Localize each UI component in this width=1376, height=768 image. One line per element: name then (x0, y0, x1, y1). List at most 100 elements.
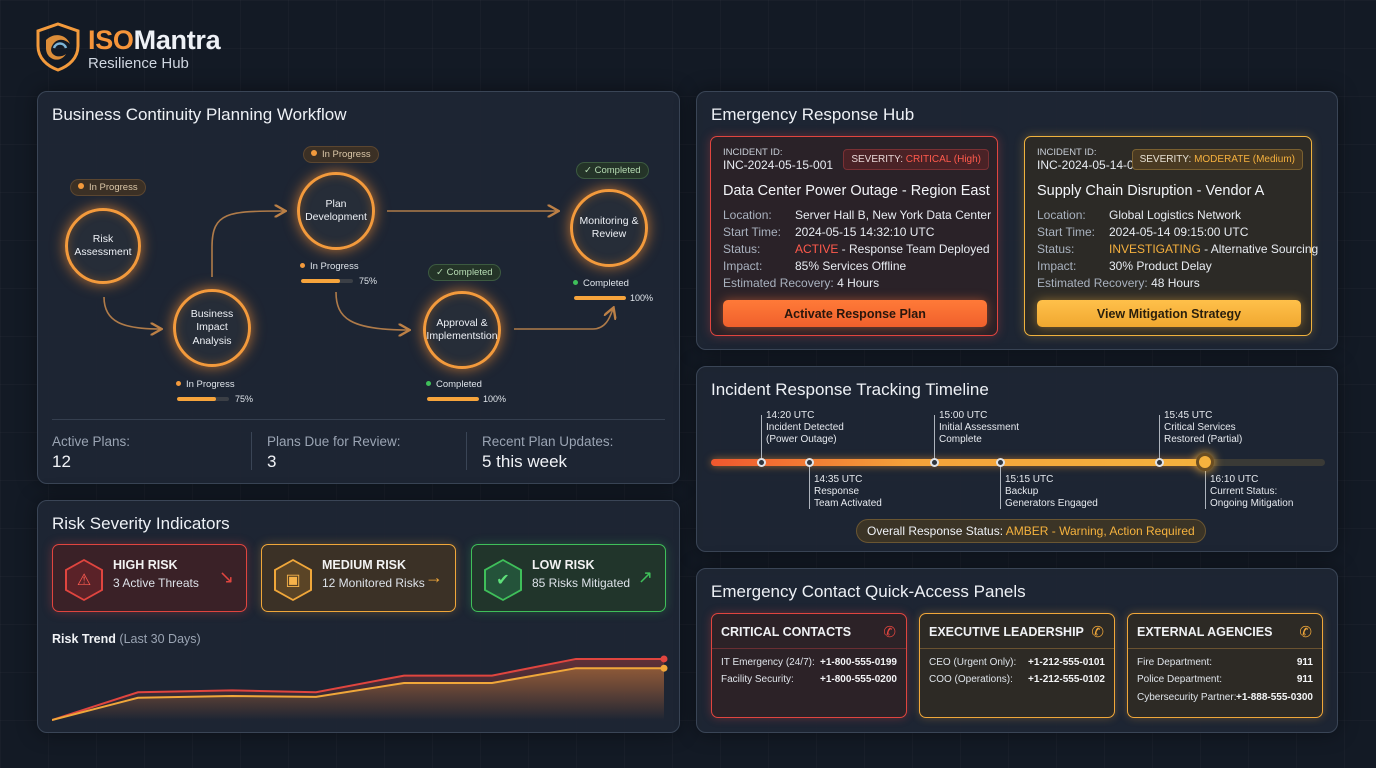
emergency-response-panel: Emergency Response Hub INCIDENT ID: INC-… (696, 91, 1338, 350)
contact-row[interactable]: Police Department: 911 (1137, 674, 1313, 685)
timeline-event: 14:35 UTC Response Team Activated (814, 474, 882, 509)
workflow-node-risk-assessment[interactable]: Risk Assessment (65, 208, 141, 284)
timeline-event: 16:10 UTC Current Status: Ongoing Mitigat… (1210, 474, 1294, 509)
incident-title: Data Center Power Outage - Region East (723, 183, 990, 199)
node-status: Completed (426, 379, 482, 390)
contact-row[interactable]: COO (Operations): +1-212-555-0102 (929, 674, 1105, 685)
incident-row: Location: Server Hall B, New York Data Ce… (723, 208, 992, 222)
contact-row[interactable]: Cybersecurity Partner: +1-888-555-0300 (1137, 692, 1313, 703)
panel-title: Emergency Contact Quick-Access Panels (711, 582, 1026, 601)
timeline-dot[interactable] (1155, 458, 1164, 467)
incident-id-label: INCIDENT ID: (723, 147, 783, 158)
node-status: Completed (573, 278, 629, 289)
risk-subtitle: 85 Risks Mitigated (532, 576, 631, 590)
timeline-progress (711, 459, 1206, 466)
brand: ISOMantra Resilience Hub (34, 22, 234, 74)
timeline-tick (1000, 466, 1001, 509)
status-chip: In Progress (70, 179, 146, 196)
incident-row: Estimated Recovery: 4 Hours (723, 276, 880, 290)
phone-icon[interactable]: ✆ (1091, 623, 1104, 641)
incident-id-label: INCIDENT ID: (1037, 147, 1097, 158)
incident-id: INC-2024-05-14-003 (1037, 158, 1148, 172)
contact-card-executive[interactable]: EXECUTIVE LEADERSHIP ✆ CEO (Urgent Only)… (919, 613, 1115, 718)
timeline-dot[interactable] (930, 458, 939, 467)
box-icon: ▣ (274, 559, 312, 601)
progress-percent: 100% (483, 394, 507, 404)
timeline-event: 15:15 UTC Backup Generators Engaged (1005, 474, 1098, 509)
divider (712, 648, 906, 649)
divider (251, 432, 252, 470)
progress-fill (427, 397, 479, 401)
status-chip: ✓ Completed (428, 264, 501, 281)
incident-card-moderate[interactable]: INCIDENT ID: INC-2024-05-14-003 SEVERITY… (1024, 136, 1319, 336)
overall-status-pill: Overall Response Status: AMBER - Warning… (856, 519, 1206, 543)
view-mitigation-strategy-button[interactable]: View Mitigation Strategy (1037, 300, 1301, 327)
summary-value: 3 (267, 452, 277, 471)
phone-icon[interactable]: ✆ (883, 623, 896, 641)
contact-row[interactable]: Facility Security: +1-800-555-0200 (721, 674, 897, 685)
severity-badge: SEVERITY: MODERATE (Medium) (1131, 149, 1303, 170)
activate-response-plan-button[interactable]: Activate Response Plan (723, 300, 987, 327)
node-status: In Progress (300, 261, 359, 272)
medium-risk-card[interactable]: ▣ MEDIUM RISK 12 Monitored Risks → (261, 544, 456, 612)
incident-row: Status: INVESTIGATING - Alternative Sourc… (1037, 242, 1319, 256)
shield-check-icon: ✔ (484, 559, 522, 601)
contact-card-title: EXECUTIVE LEADERSHIP (929, 625, 1084, 639)
workflow-node-plan-development[interactable]: Plan Development (297, 172, 375, 250)
workflow-node-approval[interactable]: Approval & Implementstion (423, 291, 501, 369)
divider (1128, 648, 1322, 649)
timeline-tick (934, 415, 935, 460)
incident-row: Start Time: 2024-05-15 14:32:10 UTC (723, 225, 935, 239)
timeline-event: 15:00 UTC Initial Assessment Complete (939, 410, 1020, 445)
incident-title: Supply Chain Disruption - Vendor A (1037, 183, 1265, 199)
contact-card-title: EXTERNAL AGENCIES (1137, 625, 1273, 639)
trend-up-icon: ↗ (637, 567, 653, 587)
low-risk-card[interactable]: ✔ LOW RISK 85 Risks Mitigated ↗ (471, 544, 666, 612)
timeline-event: 15:45 UTC Critical Services Restored (Par… (1164, 410, 1243, 445)
trend-end-point (660, 655, 668, 663)
timeline-dot[interactable] (757, 458, 766, 467)
contact-row[interactable]: Fire Department: 911 (1137, 657, 1313, 668)
contact-row[interactable]: CEO (Urgent Only): +1-212-555-0101 (929, 657, 1105, 668)
timeline-tick (761, 415, 762, 460)
contact-card-external[interactable]: EXTERNAL AGENCIES ✆ Fire Department: 911 … (1127, 613, 1323, 718)
status-chip: ✓ Completed (576, 162, 649, 179)
progress-bar (427, 397, 479, 401)
risk-subtitle: 12 Monitored Risks (322, 576, 425, 590)
contact-row[interactable]: IT Emergency (24/7): +1-800-555-0199 (721, 657, 897, 668)
summary-value: 12 (52, 452, 71, 471)
phone-icon[interactable]: ✆ (1299, 623, 1312, 641)
trend-end-point (660, 664, 668, 672)
timeline-current-dot[interactable] (1196, 453, 1214, 471)
risk-title: LOW RISK (532, 558, 595, 572)
incident-row: Impact: 85% Services Offline (723, 259, 907, 273)
progress-percent: 75% (235, 394, 254, 404)
progress-percent: 100% (630, 293, 654, 303)
divider (466, 432, 467, 470)
arrow-right-icon: → (425, 567, 443, 587)
incident-row: Location: Global Logistics Network (1037, 208, 1242, 222)
shield-logo-icon (36, 22, 80, 72)
contacts-panel: Emergency Contact Quick-Access Panels CR… (696, 568, 1338, 733)
high-risk-card[interactable]: ⚠ HIGH RISK 3 Active Threats ↘ (52, 544, 247, 612)
warning-icon: ⚠ (65, 559, 103, 601)
incident-id: INC-2024-05-15-001 (723, 158, 834, 172)
trend-down-icon: ↘ (218, 567, 234, 587)
node-status: In Progress (176, 379, 235, 390)
contact-card-title: CRITICAL CONTACTS (721, 625, 852, 639)
workflow-node-monitoring[interactable]: Monitoring & Review (570, 189, 648, 267)
contact-card-critical[interactable]: CRITICAL CONTACTS ✆ IT Emergency (24/7):… (711, 613, 907, 718)
workflow-node-business-impact[interactable]: Business Impact Analysis (173, 289, 251, 367)
bcp-workflow-panel: Business Continuity Planning Workflow Ri… (37, 91, 680, 484)
timeline-dot[interactable] (996, 458, 1005, 467)
summary-label: Plans Due for Review: (267, 434, 401, 449)
risk-title: HIGH RISK (113, 558, 178, 572)
incident-card-critical[interactable]: INCIDENT ID: INC-2024-05-15-001 SEVERITY… (710, 136, 998, 336)
brand-name: ISOMantra (88, 25, 221, 55)
risk-title: MEDIUM RISK (322, 558, 407, 572)
summary-label: Active Plans: (52, 434, 131, 449)
timeline-dot[interactable] (805, 458, 814, 467)
incident-row: Status: ACTIVE - Response Team Deployed (723, 242, 990, 256)
timeline-event: 14:20 UTC Incident Detected (Power Outage… (766, 410, 844, 445)
timeline-panel: Incident Response Tracking Timeline 14:2… (696, 366, 1338, 552)
